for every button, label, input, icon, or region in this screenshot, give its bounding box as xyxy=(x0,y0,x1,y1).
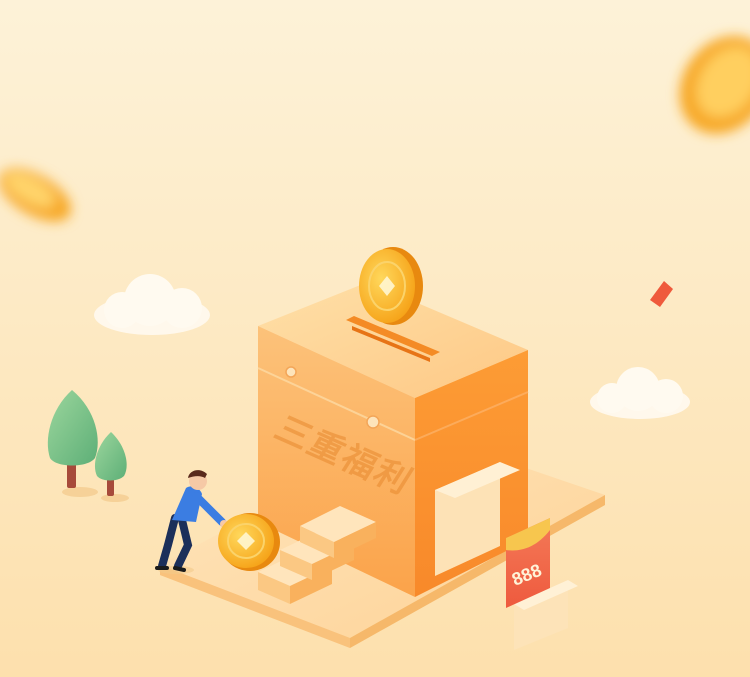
welfare-illustration: 三重福利 888 xyxy=(0,0,750,677)
illustration-canvas: 三重福利 888 xyxy=(0,0,750,677)
coin-icon-top xyxy=(359,247,423,325)
